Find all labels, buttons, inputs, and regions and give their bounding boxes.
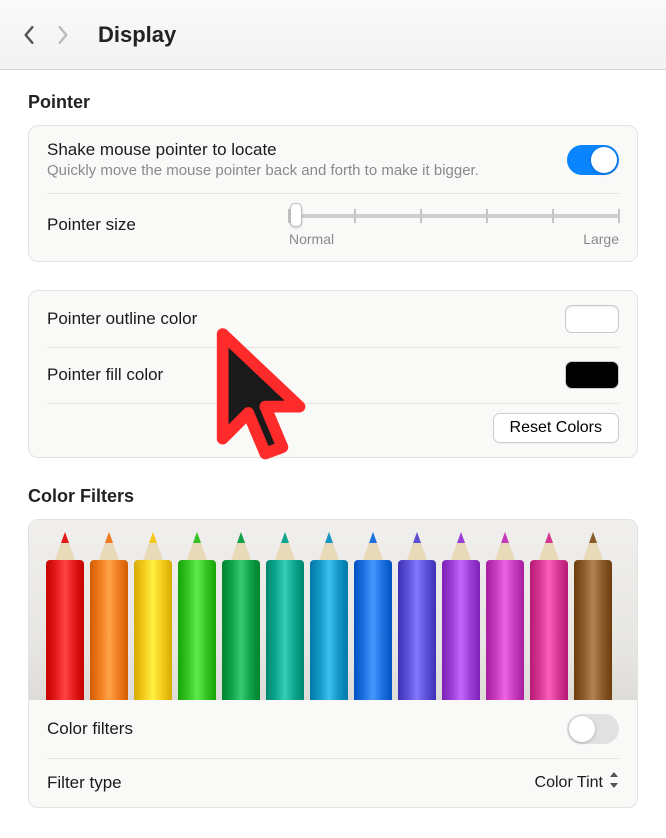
pointer-color-panel: Pointer outline color Pointer fill color… bbox=[28, 290, 638, 458]
pointer-panel: Shake mouse pointer to locate Quickly mo… bbox=[28, 125, 638, 262]
chevron-up-down-icon bbox=[609, 772, 619, 793]
pointer-section-title: Pointer bbox=[28, 92, 638, 113]
outline-color-row: Pointer outline color bbox=[29, 291, 637, 347]
fill-color-label: Pointer fill color bbox=[47, 365, 163, 385]
shake-label: Shake mouse pointer to locate bbox=[47, 140, 479, 160]
slider-max-label: Large bbox=[583, 231, 619, 247]
slider-min-label: Normal bbox=[289, 231, 334, 247]
filter-type-value: Color Tint bbox=[535, 774, 603, 792]
filter-type-popup[interactable]: Color Tint bbox=[535, 772, 619, 793]
shake-toggle[interactable] bbox=[567, 145, 619, 175]
pointer-size-slider[interactable] bbox=[289, 203, 619, 227]
color-pencils-image bbox=[29, 520, 637, 700]
reset-colors-button[interactable]: Reset Colors bbox=[493, 413, 619, 443]
pointer-size-label: Pointer size bbox=[47, 215, 136, 235]
outline-color-swatch[interactable] bbox=[565, 305, 619, 333]
back-button[interactable] bbox=[14, 20, 44, 50]
page-title: Display bbox=[98, 22, 176, 48]
color-filters-row: Color filters bbox=[29, 700, 637, 758]
forward-button bbox=[48, 20, 78, 50]
filter-type-row: Filter type Color Tint bbox=[29, 758, 637, 807]
shake-sub: Quickly move the mouse pointer back and … bbox=[47, 162, 479, 179]
shake-to-locate-row: Shake mouse pointer to locate Quickly mo… bbox=[29, 126, 637, 193]
fill-color-swatch[interactable] bbox=[565, 361, 619, 389]
color-filters-panel: Color filters Filter type Color Tint bbox=[28, 519, 638, 808]
filter-type-label: Filter type bbox=[47, 773, 122, 793]
color-filters-section-title: Color Filters bbox=[28, 486, 638, 507]
color-filters-label: Color filters bbox=[47, 719, 133, 739]
fill-color-row: Pointer fill color bbox=[29, 347, 637, 403]
outline-color-label: Pointer outline color bbox=[47, 309, 197, 329]
pointer-size-row: Pointer size Normal Large bbox=[29, 193, 637, 261]
color-filters-toggle[interactable] bbox=[567, 714, 619, 744]
window-header: Display bbox=[0, 0, 666, 70]
